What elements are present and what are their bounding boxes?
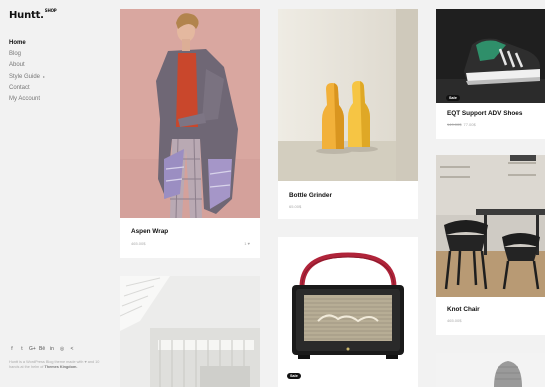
footer-link[interactable]: Themes Kingdom. xyxy=(44,365,77,369)
like-count[interactable]: 1 ♥ xyxy=(244,241,250,246)
footer-credit: Huntt is a WordPress Blog theme made wit… xyxy=(9,360,101,370)
product-title[interactable]: EQT Support ADV Shoes xyxy=(447,110,522,117)
social-links: f t G+ Bē in ◎ < xyxy=(9,346,75,352)
product-image-speaker[interactable] xyxy=(278,237,418,387)
brand-suffix: SHOP xyxy=(44,8,57,13)
old-price: 149.00$ xyxy=(447,122,462,127)
product-image-eqt-shoes[interactable] xyxy=(436,9,545,103)
caret-right-icon: ▸ xyxy=(43,74,46,79)
sale-badge: Sale xyxy=(287,373,301,379)
nav-item-style-guide-label: Style Guide xyxy=(9,74,41,80)
nav-item-my-account[interactable]: My Account xyxy=(9,94,45,105)
product-card-partial[interactable] xyxy=(436,353,545,387)
product-image-aspen-wrap[interactable] xyxy=(120,9,260,218)
sale-badge: Sale xyxy=(446,95,460,101)
sidebar: Huntt.SHOP Home Blog About Style Guide ▸ … xyxy=(0,0,110,387)
brand-name: Huntt. xyxy=(9,10,44,21)
nav-item-about[interactable]: About xyxy=(9,60,45,71)
current-price: 77.00$ xyxy=(463,122,476,127)
instagram-icon[interactable]: ◎ xyxy=(59,346,65,352)
product-price: 465.00$ xyxy=(131,241,146,246)
product-card-bottle-grinder[interactable]: Bottle Grinder 65.00$ xyxy=(278,9,418,219)
product-card-interior[interactable] xyxy=(120,276,260,387)
behance-icon[interactable]: Bē xyxy=(39,346,45,352)
product-image-partial[interactable] xyxy=(436,353,545,387)
product-card-speaker[interactable]: Sale xyxy=(278,237,418,387)
product-title[interactable]: Bottle Grinder xyxy=(289,192,332,199)
product-card-eqt-shoes[interactable]: Sale EQT Support ADV Shoes 149.00$ 77.00$ xyxy=(436,9,545,139)
site-logo[interactable]: Huntt.SHOP xyxy=(9,8,57,21)
nav-item-home[interactable]: Home xyxy=(9,38,45,49)
nav-item-style-guide[interactable]: Style Guide ▸ xyxy=(9,71,45,83)
linkedin-icon[interactable]: in xyxy=(49,346,55,352)
product-image-bottle-grinder[interactable] xyxy=(278,9,418,181)
twitter-icon[interactable]: t xyxy=(19,346,25,352)
product-card-aspen-wrap[interactable]: Aspen Wrap 465.00$ 1 ♥ xyxy=(120,9,260,258)
product-image-knot-chair[interactable] xyxy=(436,155,545,297)
nav-item-blog[interactable]: Blog xyxy=(9,49,45,60)
share-icon[interactable]: < xyxy=(69,346,75,352)
product-price: 149.00$ 77.00$ xyxy=(447,122,476,127)
product-image-interior[interactable] xyxy=(120,276,260,387)
product-title[interactable]: Knot Chair xyxy=(447,306,480,313)
product-price: 465.00$ xyxy=(447,318,462,323)
product-card-knot-chair[interactable]: Knot Chair 465.00$ xyxy=(436,155,545,335)
main-nav: Home Blog About Style Guide ▸ Contact My … xyxy=(9,38,45,105)
product-title[interactable]: Aspen Wrap xyxy=(131,228,168,235)
nav-item-contact[interactable]: Contact xyxy=(9,83,45,94)
google-plus-icon[interactable]: G+ xyxy=(29,346,36,352)
product-price: 65.00$ xyxy=(289,204,302,209)
facebook-icon[interactable]: f xyxy=(9,346,15,352)
